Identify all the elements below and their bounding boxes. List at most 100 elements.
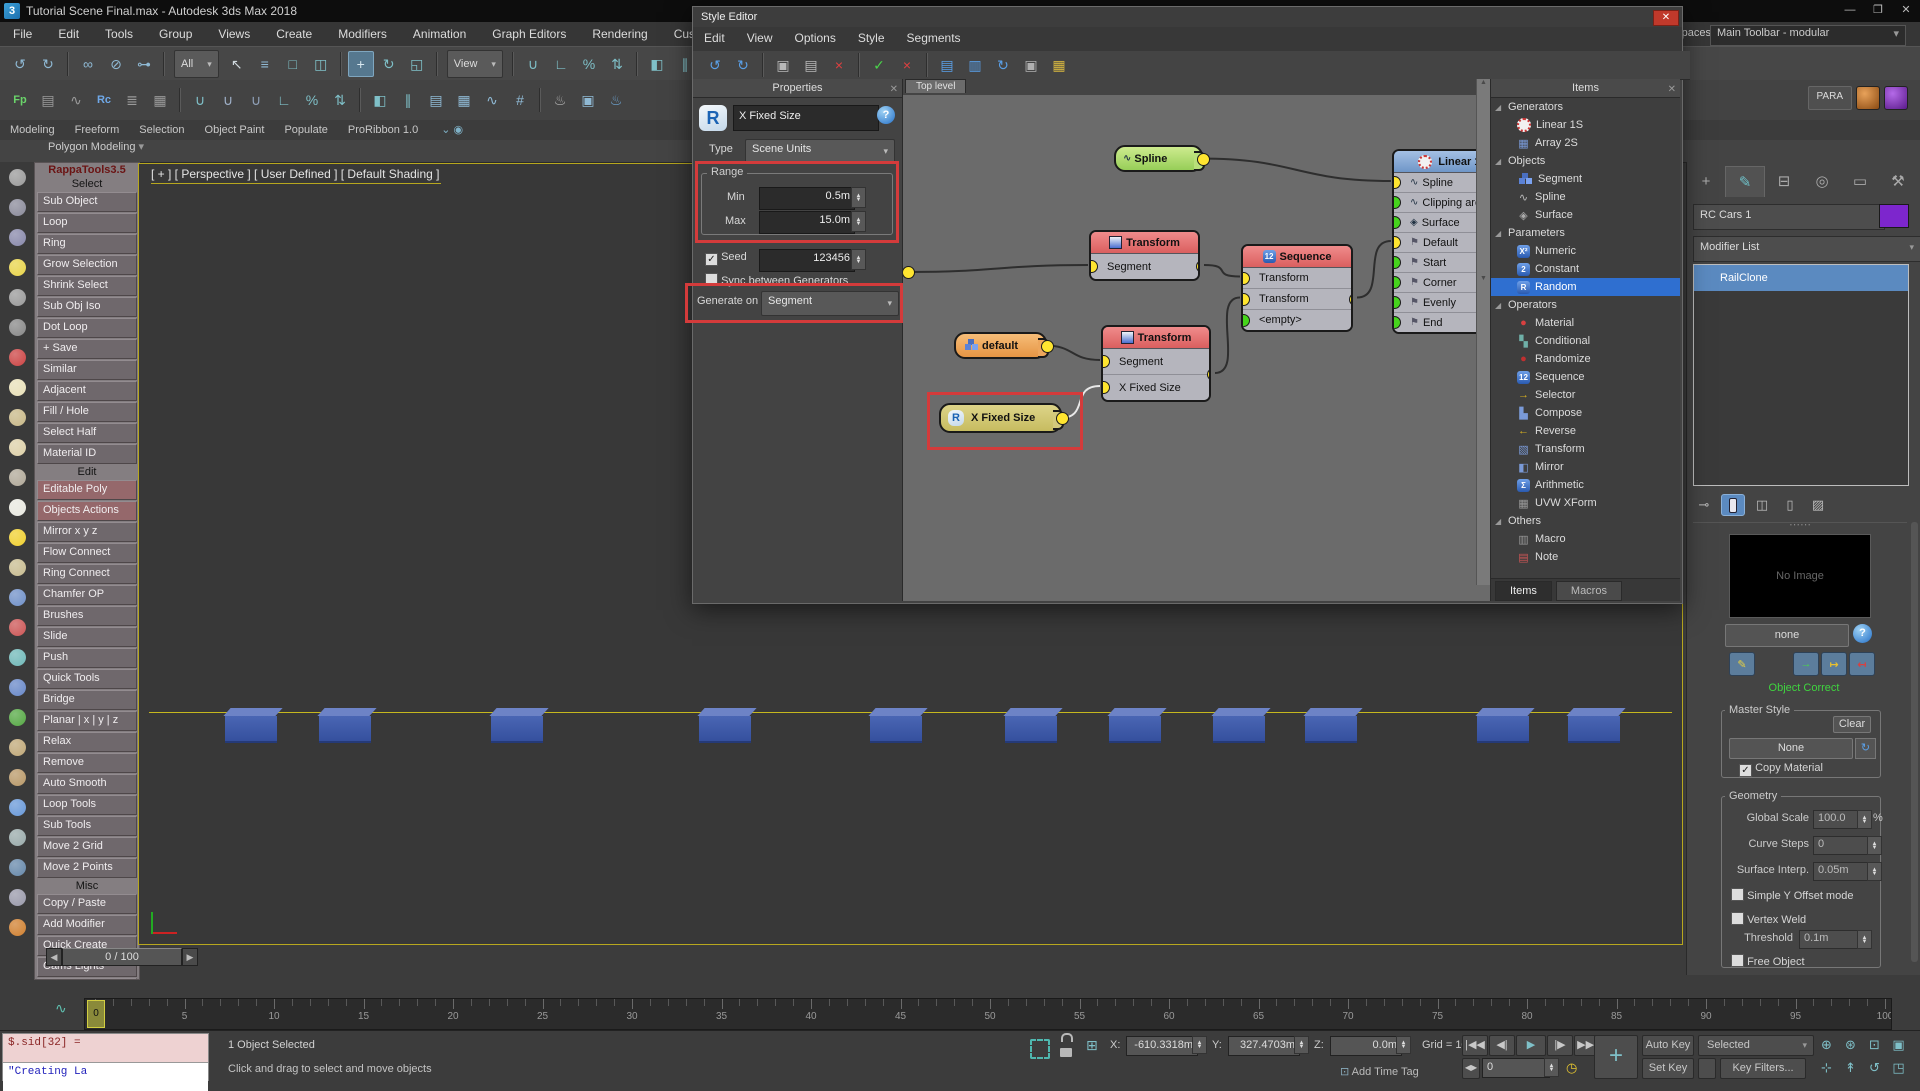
simple-y-offset-checkbox[interactable]: Simple Y Offset mode	[1731, 888, 1853, 902]
snap-percent-icon[interactable]: %	[299, 87, 325, 113]
cubes-icon[interactable]	[0, 582, 34, 612]
items-item-array-2s[interactable]: ▦Array 2S	[1491, 134, 1680, 152]
tree-icon[interactable]	[0, 912, 34, 942]
absolute-mode-icon[interactable]: ⊞	[1086, 1037, 1098, 1054]
spiky-ball-icon[interactable]	[0, 672, 34, 702]
menu-views[interactable]: Views	[205, 22, 263, 46]
snail-icon[interactable]	[0, 762, 34, 792]
teapot-icon[interactable]	[0, 462, 34, 492]
se-paste-icon[interactable]: ▤	[798, 52, 824, 78]
purple-icon[interactable]	[1884, 86, 1908, 110]
menu-modifiers[interactable]: Modifiers	[325, 22, 400, 46]
orange-sphere-icon[interactable]	[1856, 86, 1880, 110]
grass-icon[interactable]	[0, 702, 34, 732]
zoom-icon[interactable]: ⊕	[1816, 1035, 1837, 1055]
create-tab[interactable]: +	[1687, 166, 1725, 196]
selection-filter-dropdown[interactable]: All▾	[174, 50, 219, 78]
layer-manager-icon[interactable]: ▤	[423, 87, 449, 113]
x-spinner[interactable]: ▲▼	[1192, 1036, 1207, 1054]
canvas-tab-top-level[interactable]: Top level	[905, 79, 966, 93]
mirror-icon[interactable]: ◧	[644, 51, 670, 77]
fp-icon[interactable]: Fp	[7, 87, 33, 113]
items-group-objects[interactable]: ◢Objects	[1491, 152, 1680, 170]
rappa-button-material-id[interactable]: Material ID	[37, 444, 137, 464]
scene-box[interactable]	[1109, 716, 1161, 743]
region-icon[interactable]: □	[280, 51, 306, 77]
se-undo-icon[interactable]: ↺	[702, 52, 728, 78]
output-port[interactable]	[1041, 340, 1054, 353]
schematic-view-icon[interactable]: #	[507, 87, 533, 113]
mirror-icon[interactable]: ◧	[367, 87, 393, 113]
items-group-operators[interactable]: ◢Operators	[1491, 296, 1680, 314]
prev-frame-button[interactable]: ◀	[46, 948, 62, 966]
crossing-icon[interactable]: ◫	[308, 51, 334, 77]
object-name-field[interactable]: RC Cars 1	[1693, 204, 1885, 230]
menu-edit[interactable]: Edit	[45, 22, 92, 46]
items-item-compose[interactable]: ▙Compose	[1491, 404, 1680, 422]
redo-icon[interactable]: ↻	[35, 51, 61, 77]
ribbon-tab-selection[interactable]: Selection	[129, 121, 194, 139]
close-icon[interactable]: ✕	[890, 81, 898, 99]
se-menu-style[interactable]: Style	[847, 27, 896, 49]
seed-field[interactable]: 123456	[759, 249, 855, 272]
shell-icon[interactable]	[0, 732, 34, 762]
rappa-button-copy-paste[interactable]: Copy / Paste	[37, 894, 137, 914]
close-icon[interactable]: ✕	[1668, 81, 1676, 99]
panel-scrollbar[interactable]	[1911, 522, 1918, 962]
snap-3d-icon[interactable]: ∪	[187, 87, 213, 113]
time-configuration-icon[interactable]: ◷	[1566, 1060, 1577, 1076]
items-item-linear-1s[interactable]: Linear 1S	[1491, 116, 1680, 134]
sync-checkbox[interactable]: Sync between Generators	[705, 273, 848, 287]
se-menu-edit[interactable]: Edit	[693, 27, 736, 49]
select-icon[interactable]: ↖	[224, 51, 250, 77]
select-by-name-icon[interactable]: ≡	[252, 51, 278, 77]
rappa-button-bridge[interactable]: Bridge	[37, 690, 137, 710]
items-item-uvw-xform[interactable]: ▦UVW XForm	[1491, 494, 1680, 512]
rappa-button-similar[interactable]: Similar	[37, 360, 137, 380]
scene-box[interactable]	[319, 716, 371, 743]
graph-node-spline[interactable]: ∿Spline	[1114, 145, 1203, 172]
items-group-parameters[interactable]: ◢Parameters	[1491, 224, 1680, 242]
modifier-stack[interactable]: RailClone	[1693, 264, 1909, 486]
make-unique-icon[interactable]: ◫	[1751, 495, 1773, 515]
properties-header[interactable]: Properties✕	[693, 79, 902, 98]
snap-spinner-icon[interactable]: ⇅	[327, 87, 353, 113]
play-button[interactable]: ▶	[1516, 1035, 1546, 1056]
snap-2d-icon[interactable]: ∪	[243, 87, 269, 113]
menu-create[interactable]: Create	[263, 22, 325, 46]
se-menu-options[interactable]: Options	[783, 27, 846, 49]
se-cross-icon[interactable]: ×	[894, 52, 920, 78]
sphere-tan-icon[interactable]	[0, 402, 34, 432]
rappa-button-quick-tools[interactable]: Quick Tools	[37, 669, 137, 689]
rappa-button-mirror-x-y-z[interactable]: Mirror x y z	[37, 522, 137, 542]
rollout-divider[interactable]: ⋯⋯	[1693, 522, 1907, 527]
items-item-numeric[interactable]: X²Numeric	[1491, 242, 1680, 260]
rappa-button-flow-connect[interactable]: Flow Connect	[37, 543, 137, 563]
ribbon-tab-modeling[interactable]: Modeling	[0, 121, 65, 139]
sun-icon[interactable]	[0, 522, 34, 552]
rendered-frame-icon[interactable]: ▣	[575, 87, 601, 113]
note-icon[interactable]	[0, 372, 34, 402]
key-set-dropdown[interactable]: Selected▾	[1698, 1035, 1814, 1056]
next-key-button[interactable]: |▶	[1547, 1035, 1573, 1056]
isolate-selection-icon[interactable]	[1030, 1039, 1050, 1059]
move-icon[interactable]: +	[348, 51, 374, 77]
menu-graph-editors[interactable]: Graph Editors	[479, 22, 579, 46]
zoom-all-icon[interactable]: ⊛	[1840, 1035, 1861, 1055]
import-style-button[interactable]: →	[1793, 652, 1819, 676]
rappa-button-sub-object[interactable]: Sub Object	[37, 192, 137, 212]
copy-material-checkbox[interactable]: ✓ Copy Material	[1739, 762, 1823, 777]
z-coordinate-field[interactable]: 0.0m	[1330, 1036, 1402, 1056]
free-object-checkbox[interactable]: Free Object	[1731, 954, 1805, 968]
y-spinner[interactable]: ▲▼	[1294, 1036, 1309, 1054]
material-editor-icon[interactable]	[0, 162, 34, 192]
items-tab-items[interactable]: Items	[1495, 581, 1552, 601]
orbit-icon[interactable]: ↺	[1864, 1058, 1885, 1078]
rappa-button-slide[interactable]: Slide	[37, 627, 137, 647]
items-item-surface[interactable]: ◈Surface	[1491, 206, 1680, 224]
undo-icon[interactable]: ↺	[7, 51, 33, 77]
z-spinner[interactable]: ▲▼	[1396, 1036, 1411, 1054]
rappa-button-view-tools[interactable]: View Tools	[37, 978, 137, 980]
set-keys-button[interactable]: +	[1594, 1035, 1638, 1079]
minimize-button[interactable]: —	[1836, 0, 1864, 21]
